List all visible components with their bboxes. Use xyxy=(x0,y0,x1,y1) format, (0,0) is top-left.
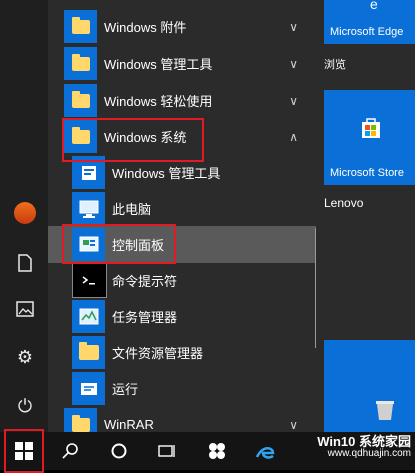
terminal-icon xyxy=(72,263,107,298)
list-item-label: Windows 轻松使用 xyxy=(104,94,213,109)
tile-recycle-bin[interactable] xyxy=(324,340,415,432)
list-item-file-explorer[interactable]: 文件资源管理器 xyxy=(48,334,316,371)
list-item-windows-ease-of-access[interactable]: Windows 轻松使用 ∨ xyxy=(48,82,316,119)
tile-group-label: Lenovo xyxy=(324,196,364,210)
chevron-down-icon: ∨ xyxy=(289,56,298,71)
highlight-box-start xyxy=(4,429,44,473)
cortana-icon[interactable] xyxy=(100,432,138,470)
watermark-url: www.qdhuajin.com xyxy=(327,448,411,459)
list-item-label: Windows 附件 xyxy=(104,20,187,35)
file-explorer-icon xyxy=(72,336,105,369)
list-item-run[interactable]: 运行 xyxy=(48,370,316,407)
folder-icon xyxy=(64,10,97,43)
edge-taskbar-icon[interactable] xyxy=(246,432,284,470)
list-item-label: Windows 管理工具 xyxy=(112,166,221,181)
search-icon[interactable] xyxy=(52,432,90,470)
chevron-up-icon: ∧ xyxy=(289,129,298,144)
store-bag-icon xyxy=(362,118,380,138)
watermark: Win10 系统家园 www.qdhuajin.com xyxy=(317,434,411,460)
app-list: Windows 附件 ∨ Windows 管理工具 ∨ Windows 轻松使用… xyxy=(48,0,316,441)
computer-icon xyxy=(72,192,105,225)
list-item-task-manager[interactable]: 任务管理器 xyxy=(48,298,316,335)
list-item-label: 文件资源管理器 xyxy=(112,346,204,361)
chevron-down-icon: ∨ xyxy=(289,93,298,108)
folder-icon xyxy=(64,84,97,117)
power-icon[interactable]: ⏻ xyxy=(12,393,38,419)
tile-microsoft-edge[interactable]: e Microsoft Edge xyxy=(324,0,415,44)
task-manager-icon xyxy=(72,300,105,333)
watermark-title: Win10 系统家园 xyxy=(317,434,411,449)
recycle-bin-icon xyxy=(376,401,394,420)
user-avatar[interactable] xyxy=(12,200,38,226)
list-item-label: 运行 xyxy=(112,382,139,397)
edge-logo-icon: e xyxy=(370,0,378,12)
run-icon xyxy=(72,372,105,405)
list-item-label: WinRAR xyxy=(104,417,154,432)
chevron-down-icon: ∨ xyxy=(289,417,298,432)
pictures-icon[interactable] xyxy=(12,296,38,322)
tile-label: Microsoft Edge xyxy=(330,26,404,38)
list-item-label: 任务管理器 xyxy=(112,310,178,325)
list-item-label: Windows 管理工具 xyxy=(104,57,213,72)
tile-area: e Microsoft Edge 浏览 Microsoft Store Leno… xyxy=(316,0,415,432)
tile-label: Microsoft Store xyxy=(330,167,404,179)
task-view-icon[interactable] xyxy=(148,432,186,470)
list-item-command-prompt[interactable]: 命令提示符 xyxy=(48,262,316,299)
tile-group-label: 浏览 xyxy=(324,59,346,71)
documents-icon[interactable] xyxy=(12,250,38,276)
list-item-windows-admin-tools[interactable]: Windows 管理工具 ∨ xyxy=(48,45,316,82)
pinwheel-app-icon[interactable] xyxy=(198,432,236,470)
list-item-label: 此电脑 xyxy=(112,202,152,217)
settings-gear-icon[interactable]: ⚙ xyxy=(12,344,38,370)
chevron-down-icon: ∨ xyxy=(289,19,298,34)
list-item-label: 命令提示符 xyxy=(112,274,178,289)
highlight-box-windows-system xyxy=(62,118,204,162)
highlight-box-control-panel xyxy=(62,224,176,264)
list-item-this-pc[interactable]: 此电脑 xyxy=(48,190,316,227)
folder-icon xyxy=(64,47,97,80)
start-left-rail: ⚙ ⏻ xyxy=(0,0,48,470)
list-item-windows-accessories[interactable]: Windows 附件 ∨ xyxy=(48,8,316,45)
tile-microsoft-store[interactable]: Microsoft Store xyxy=(324,90,415,185)
